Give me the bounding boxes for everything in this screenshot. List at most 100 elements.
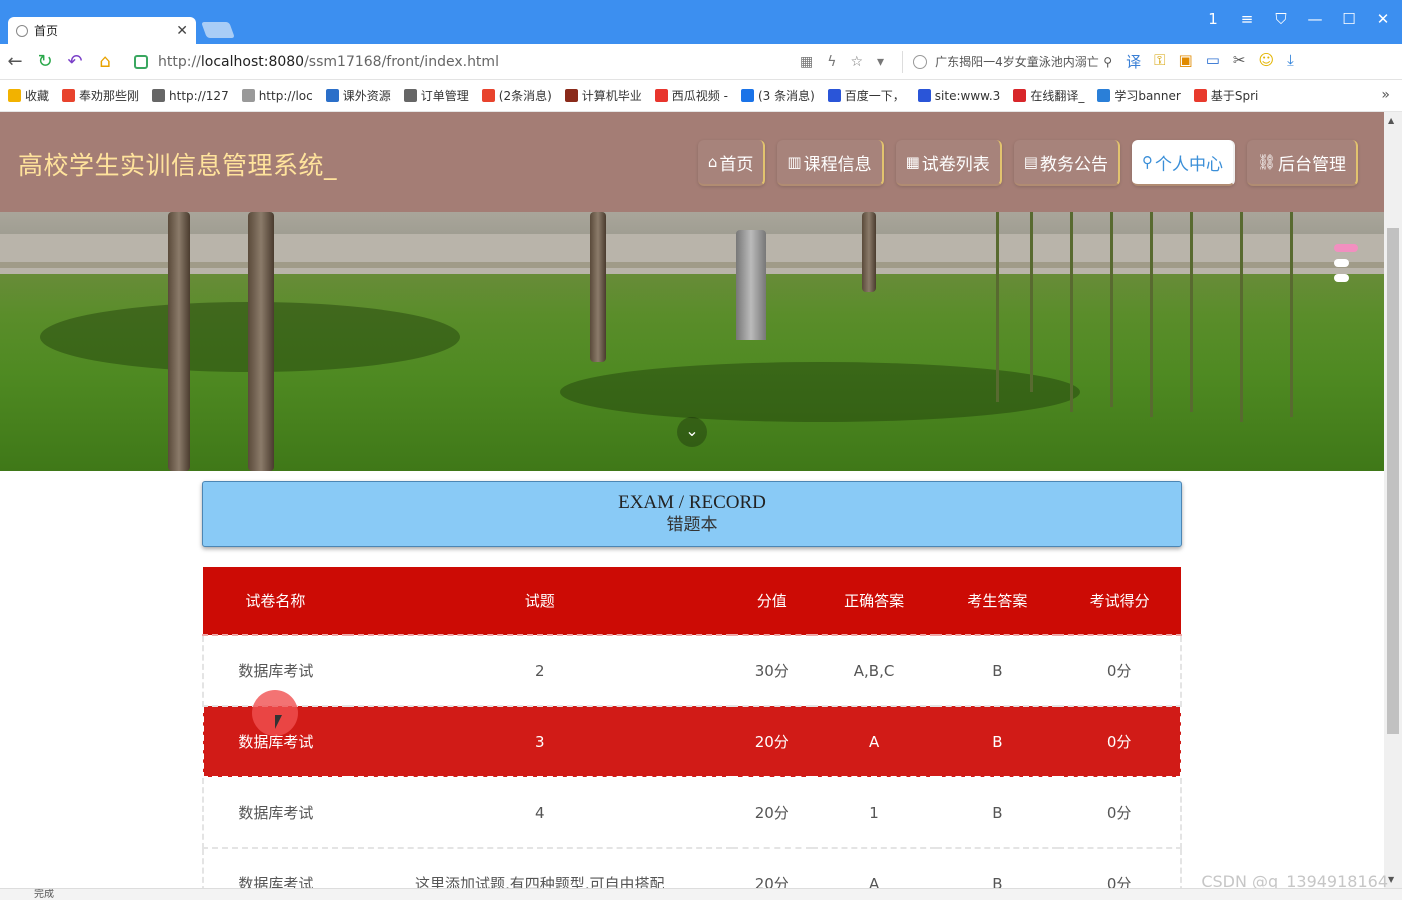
bookmark-item[interactable]: 奉劝那些刚 [62,87,139,104]
scroll-down-icon[interactable]: ▼ [1388,875,1394,884]
nav-label: 个人中心 [1154,154,1223,175]
table-cell: A [811,705,937,778]
nav-label: 后台管理 [1278,154,1346,175]
bookmark-label: site:www.3 [934,88,1001,103]
nav-item-courses[interactable]: ▥ 课程信息 [777,140,884,186]
chevron-down-icon[interactable]: ⌄ [677,417,707,447]
banner-bamboo [1190,212,1193,412]
skin-icon[interactable]: ⛉ [1272,10,1290,28]
column-header[interactable]: 考生答案 [936,567,1059,636]
table-header-row: 试卷名称 试题 分值 正确答案 考生答案 考试得分 [203,567,1181,636]
bookmark-label: 百度一下， [844,89,905,103]
key-icon[interactable]: ⚿ [1154,51,1165,72]
status-text: 完成 [34,889,54,900]
banner-tree [168,212,190,471]
bookmark-item[interactable]: (2条消息) [481,87,552,104]
puzzle-icon [325,89,339,102]
bookmarks-bar: 收藏 奉劝那些刚 http://127 http://loc 课外资源 订单管理 (2条消息… [0,80,1402,112]
close-tab-icon[interactable]: ✕ [176,23,188,39]
carousel-dot-3[interactable] [1334,274,1349,282]
address-tools: ▦ ϟ ☆ ▾ [800,54,884,70]
paw-icon [917,89,931,102]
undo-icon[interactable]: ↶ [60,51,90,72]
window-count-icon[interactable]: 1 [1204,10,1222,28]
back-icon[interactable]: ← [0,51,30,72]
column-header[interactable]: 试题 [347,567,732,636]
dropdown-icon[interactable]: ▾ [877,54,884,70]
table-row[interactable]: 数据库考试 3 20分 A B 0分 [202,705,1182,778]
table-row[interactable]: 数据库考试 2 30分 A,B,C B 0分 [202,635,1182,707]
scroll-up-icon[interactable]: ▲ [1388,116,1394,125]
table-cell: 20分 [731,777,812,849]
scissors-icon[interactable]: ✂ [1233,51,1246,72]
column-header[interactable]: 考试得分 [1058,567,1181,636]
table-cell: B [936,705,1059,778]
bookmark-item[interactable]: 收藏 [8,87,49,104]
nav-item-admin[interactable]: ⛓ 后台管理 [1246,140,1358,186]
bookmark-label: (2条消息) [498,89,552,103]
bookmark-item[interactable]: 在线翻译_ [1013,87,1084,104]
translate-icon[interactable]: 译 [1126,51,1141,72]
bookmark-item[interactable]: 百度一下， [827,87,905,104]
carousel-dot-1[interactable] [1334,244,1358,252]
lightning-icon[interactable]: ϟ [827,54,836,70]
extension-icons: 译 ⚿ ▣ ▭ ✂ ☺ ⤓ [1126,51,1294,72]
table-cell: 1 [811,777,937,849]
menu-icon[interactable]: ≡ [1238,10,1256,28]
close-window-icon[interactable]: ✕ [1374,10,1392,28]
star-icon[interactable]: ☆ [850,54,863,70]
scrollbar-thumb[interactable] [1387,228,1399,734]
search-input[interactable]: 广东揭阳一4岁女童泳池内溺亡 ⚲ [902,50,1112,73]
qr-icon[interactable]: ▦ [800,54,813,70]
bookmark-item[interactable]: site:www.3 [917,88,1001,103]
table-row[interactable]: 数据库考试 4 20分 1 B 0分 [202,777,1182,849]
minimize-icon[interactable]: — [1306,10,1324,28]
bookmark-item[interactable]: 计算机毕业 [564,87,642,104]
bookmark-item[interactable]: 课外资源 [325,87,391,104]
table-row[interactable]: 数据库考试 这里添加试题,有四种题型,可自由搭配 20分 A B 0分 [202,848,1182,888]
bookmark-item[interactable]: 订单管理 [403,87,469,104]
column-header[interactable]: 正确答案 [811,567,937,636]
bookmark-item[interactable]: 学习banner [1097,87,1181,104]
carousel-dot-2[interactable] [1334,259,1349,267]
nav-item-exams[interactable]: ▦ 试卷列表 [895,140,1002,186]
bookmark-item[interactable]: 西瓜视频 - [654,87,728,104]
bookmark-item[interactable]: http://loc [241,89,313,103]
table-cell: 4 [347,777,732,849]
nav-admin-icon: ⛓ [1256,153,1276,171]
bookmark-label: 西瓜视频 - [671,89,728,103]
status-bar: 完成 [0,888,1402,900]
nav-item-home[interactable]: ⌂ 首页 [697,140,766,186]
column-header[interactable]: 分值 [731,567,812,636]
search-text: 广东揭阳一4岁女童泳池内溺亡 [935,55,1099,69]
bookmark-item[interactable]: http://127 [152,89,229,103]
nav-item-profile[interactable]: ⚲ 个人中心 [1131,140,1235,186]
clip-icon[interactable]: ▣ [1179,51,1193,72]
bookmark-item[interactable]: 基于Spri [1193,87,1258,104]
banner-road [0,234,1384,274]
c-icon [62,89,76,102]
browser-tab[interactable]: 首页 ✕ [8,17,196,44]
screen-icon[interactable]: ▭ [1206,51,1220,72]
home-icon[interactable]: ⌂ [90,51,120,72]
search-icon[interactable]: ⚲ [1103,55,1112,69]
page-scrollbar[interactable]: ▲ ▼ [1384,112,1402,888]
smiley-icon[interactable]: ☺ [1258,51,1274,72]
banner-bamboo [1110,212,1113,407]
url-field[interactable]: http://localhost:8080/ssm17168/front/ind… [158,54,788,70]
search-engine-icon [913,54,928,69]
banner-curb [0,262,1384,268]
column-header[interactable]: 试卷名称 [203,567,348,636]
star-icon [8,89,21,102]
table-cell: 0分 [1058,635,1182,707]
table-cell: 数据库考试 [202,777,348,849]
download-icon[interactable]: ⤓ [1287,51,1294,72]
new-tab-button[interactable] [201,22,235,38]
bookmarks-more-icon[interactable]: » [1381,87,1390,103]
bookmark-item[interactable]: (3 条消息) [740,87,815,104]
maximize-icon[interactable]: ☐ [1340,10,1358,28]
nav-item-notices[interactable]: ▤ 教务公告 [1013,140,1120,186]
refresh-icon[interactable]: ↻ [30,51,60,72]
bookmark-label: 课外资源 [342,89,391,103]
avatar-icon [564,89,578,102]
